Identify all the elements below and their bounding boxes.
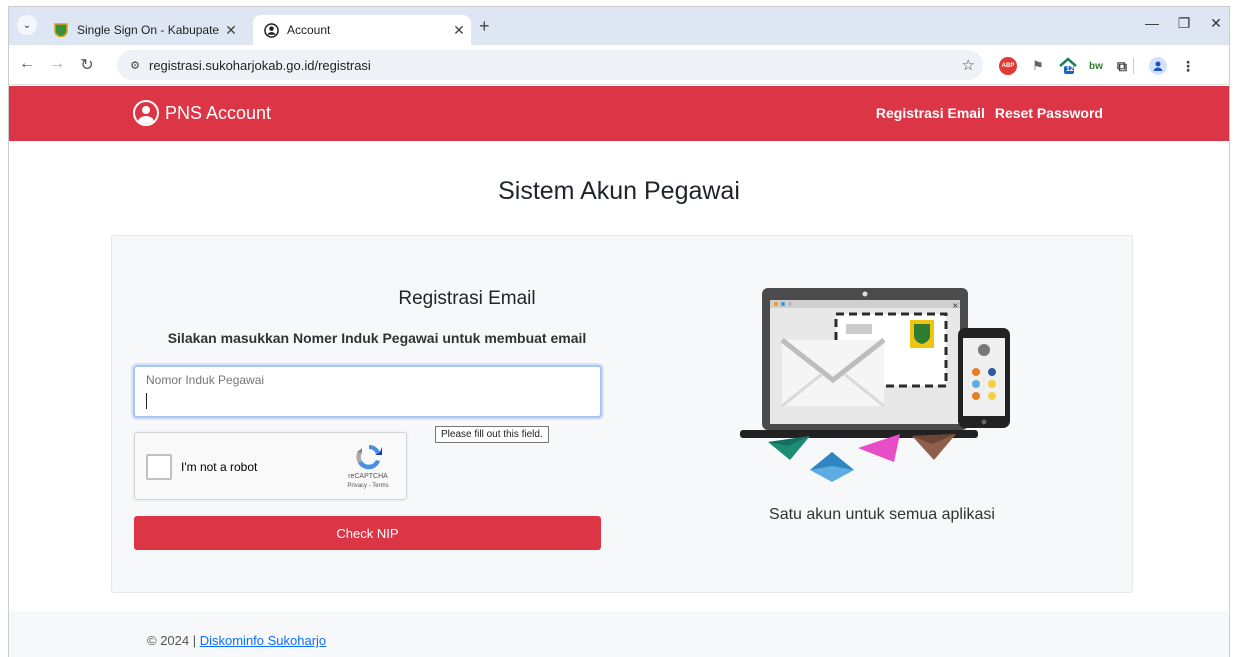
close-tab-icon[interactable]: ✕ [447,22,471,39]
url-text: registrasi.sukoharjokab.go.id/registrasi [149,57,371,73]
house-badge-extension-icon[interactable]: 12 [1059,57,1077,75]
toolbar-divider [1133,58,1134,74]
page-footer: © 2024 | Diskominfo Sukoharjo [9,611,1229,657]
check-nip-button[interactable]: Check NIP [134,516,601,550]
nip-placeholder: Nomor Induk Pegawai [146,373,265,387]
kabupaten-emblem-icon [53,22,69,38]
browser-window: ⌄ Single Sign On - Kabupaten Sul ✕ Accou… [8,6,1230,657]
tab-title: Account [287,23,331,37]
recaptcha-logo-icon [356,444,382,470]
restore-icon[interactable]: ❐ [1169,15,1199,32]
tab-single-sign-on[interactable]: Single Sign On - Kabupaten Sul ✕ [43,15,243,45]
brand-name: PNS Account [165,102,272,123]
extension-badge-count: 12 [1066,66,1074,73]
tab-strip: ⌄ Single Sign On - Kabupaten Sul ✕ Accou… [9,7,1229,45]
copyright-text: © 2024 | [147,633,200,648]
form-heading: Registrasi Email [398,288,536,309]
bw-label: bw [1089,60,1103,72]
nav-registrasi-email[interactable]: Registrasi Email [876,105,985,121]
devices-email-illustration: × [740,288,1010,482]
recaptcha-label: I'm not a robot [181,460,258,474]
tagline: Satu akun untuk semua aplikasi [769,506,995,523]
recaptcha-widget: I'm not a robot reCAPTCHA Privacy - Term… [134,432,407,500]
form-subheading: Silakan masukkan Nomer Induk Pegawai unt… [167,330,587,346]
minimize-icon[interactable]: — [1137,15,1167,31]
close-window-icon[interactable]: ✕ [1201,15,1229,32]
nav-reset-password[interactable]: Reset Password [995,105,1103,121]
browser-toolbar: ← → ↻ ⚙ registrasi.sukoharjokab.go.id/re… [9,45,1229,85]
site-settings-icon[interactable]: ⚙ [121,59,149,72]
footer-text: © 2024 | Diskominfo Sukoharjo [147,633,326,648]
bw-extension-icon[interactable]: bw [1087,57,1105,75]
account-circle-icon [263,22,279,38]
abp-label: ABP [1001,63,1015,69]
tab-account[interactable]: Account ✕ [253,15,471,45]
close-tab-icon[interactable]: ✕ [219,22,243,39]
kebab-menu-icon[interactable]: ⋮ [1179,57,1197,75]
profile-avatar-icon[interactable] [1149,57,1167,75]
text-caret [146,393,147,409]
forward-arrow-icon[interactable]: → [45,55,69,73]
address-bar[interactable]: ⚙ registrasi.sukoharjokab.go.id/registra… [117,50,983,80]
tab-title: Single Sign On - Kabupaten Sul [77,23,219,37]
brand-link[interactable]: PNS Account [133,100,271,126]
bookmark-star-icon[interactable]: ☆ [962,56,975,74]
back-arrow-icon[interactable]: ← [15,55,39,73]
new-tab-plus-icon[interactable]: + [479,16,490,37]
nip-input[interactable]: Nomor Induk Pegawai [133,365,602,418]
user-circle-icon [133,100,159,126]
validation-tooltip: Please fill out this field. [435,426,549,443]
bookmark-flag-icon[interactable]: ⚑ [1029,57,1047,75]
svg-text:×: × [952,301,959,310]
adblock-extension-icon[interactable]: ABP [999,57,1017,75]
app-navbar: PNS Account Registrasi Email Reset Passw… [9,86,1229,141]
registration-card: Registrasi Email Silakan masukkan Nomer … [111,235,1133,593]
page-title: Sistem Akun Pegawai [498,177,740,205]
navbar-links: Registrasi Email Reset Password [876,105,1103,121]
extensions-puzzle-icon[interactable]: ⧉ [1113,57,1131,75]
recaptcha-checkbox[interactable] [146,454,172,480]
tab-search-chevron-icon[interactable]: ⌄ [17,15,37,35]
footer-link-diskominfo[interactable]: Diskominfo Sukoharjo [200,633,326,648]
recaptcha-brand: reCAPTCHA [348,473,388,480]
reload-icon[interactable]: ↻ [75,55,99,75]
recaptcha-terms[interactable]: Privacy - Terms [340,483,396,489]
